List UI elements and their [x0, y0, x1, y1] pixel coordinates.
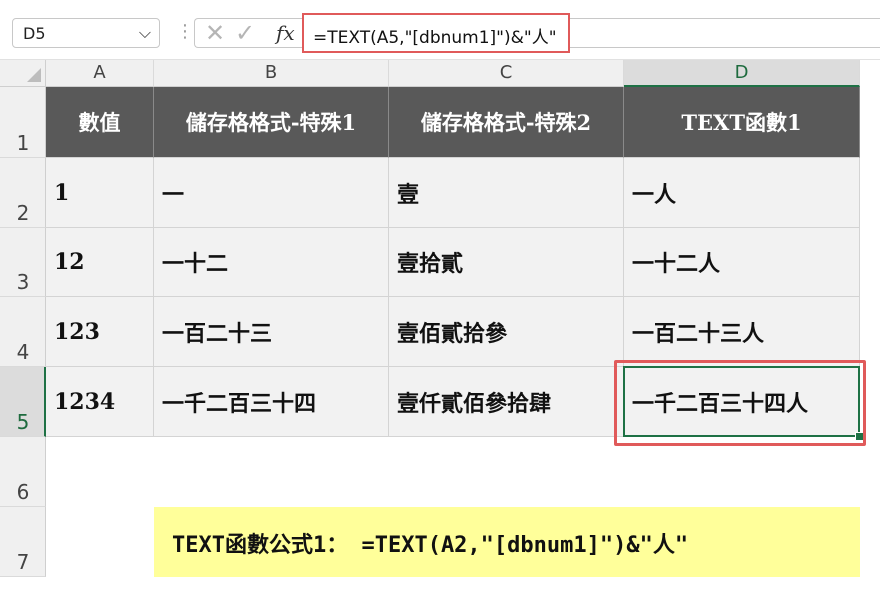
row-header-2[interactable]: 2 — [0, 158, 46, 228]
column-header-a[interactable]: A — [46, 60, 154, 87]
table-cell[interactable]: 一百二十三 — [154, 297, 389, 367]
column-header-d[interactable]: D — [624, 60, 860, 87]
column-header-c[interactable]: C — [389, 60, 624, 87]
row-number: 5 — [16, 410, 30, 434]
table-cell[interactable]: 一人 — [624, 158, 860, 228]
column-header-b[interactable]: B — [154, 60, 389, 87]
header-cell-text-function[interactable]: TEXT函數1 — [624, 87, 860, 158]
table-cell[interactable]: 一十二 — [154, 228, 389, 297]
row-number: 4 — [16, 340, 30, 364]
row-header-4[interactable]: 4 — [0, 297, 46, 367]
enter-icon[interactable]: ✓ — [235, 18, 255, 48]
table-cell[interactable]: 一十二人 — [624, 228, 860, 297]
row-number: 7 — [16, 550, 30, 574]
header-cell-format-2[interactable]: 儲存格格式-特殊2 — [389, 87, 624, 158]
row-header-6[interactable]: 6 — [0, 437, 46, 507]
select-all-icon — [27, 68, 41, 82]
table-cell[interactable]: 123 — [46, 297, 154, 367]
table-cell[interactable]: 一百二十三人 — [624, 297, 860, 367]
formula-text: =TEXT(A5,"[dbnum1]")&"人" — [313, 28, 557, 48]
row-header-1[interactable]: 1 — [0, 87, 46, 158]
header-cell-value[interactable]: 數值 — [46, 87, 154, 158]
table-cell[interactable]: 12 — [46, 228, 154, 297]
row-header-5[interactable]: 5 — [0, 367, 46, 437]
select-all-corner[interactable] — [0, 60, 46, 87]
row-number: 1 — [16, 131, 30, 155]
formula-note[interactable]: TEXT函數公式1： =TEXT(A2,"[dbnum1]")&"人" — [154, 507, 860, 577]
table-cell[interactable]: 壹 — [389, 158, 624, 228]
row-number: 2 — [16, 201, 30, 225]
highlight-box — [614, 360, 866, 446]
row-header-7[interactable]: 7 — [0, 507, 46, 577]
insert-function-icon[interactable]: fx — [276, 18, 295, 48]
chevron-down-icon[interactable]: ⌵ — [139, 23, 151, 43]
formula-input[interactable]: =TEXT(A5,"[dbnum1]")&"人" — [302, 13, 570, 53]
table-cell[interactable]: 一千二百三十四 — [154, 367, 389, 437]
formula-note-text: TEXT函數公式1： =TEXT(A2,"[dbnum1]")&"人" — [172, 533, 689, 558]
formula-bar-area: D5 ⌵ ⋮ ✕ ✓ fx =TEXT(A5,"[dbnum1]")&"人" — [0, 0, 880, 60]
header-cell-format-1[interactable]: 儲存格格式-特殊1 — [154, 87, 389, 158]
name-box[interactable]: D5 ⌵ — [12, 18, 160, 48]
name-box-value: D5 — [23, 24, 46, 43]
row-number: 3 — [16, 270, 30, 294]
table-cell[interactable]: 1234 — [46, 367, 154, 437]
table-cell[interactable]: 1 — [46, 158, 154, 228]
cancel-icon[interactable]: ✕ — [205, 18, 225, 48]
table-cell[interactable]: 壹佰貳拾參 — [389, 297, 624, 367]
row-number: 6 — [16, 480, 30, 504]
table-cell[interactable]: 壹拾貳 — [389, 228, 624, 297]
row-header-3[interactable]: 3 — [0, 228, 46, 297]
table-cell[interactable]: 壹仟貳佰參拾肆 — [389, 367, 624, 437]
more-options-icon[interactable]: ⋮ — [176, 20, 194, 44]
table-cell[interactable]: 一 — [154, 158, 389, 228]
